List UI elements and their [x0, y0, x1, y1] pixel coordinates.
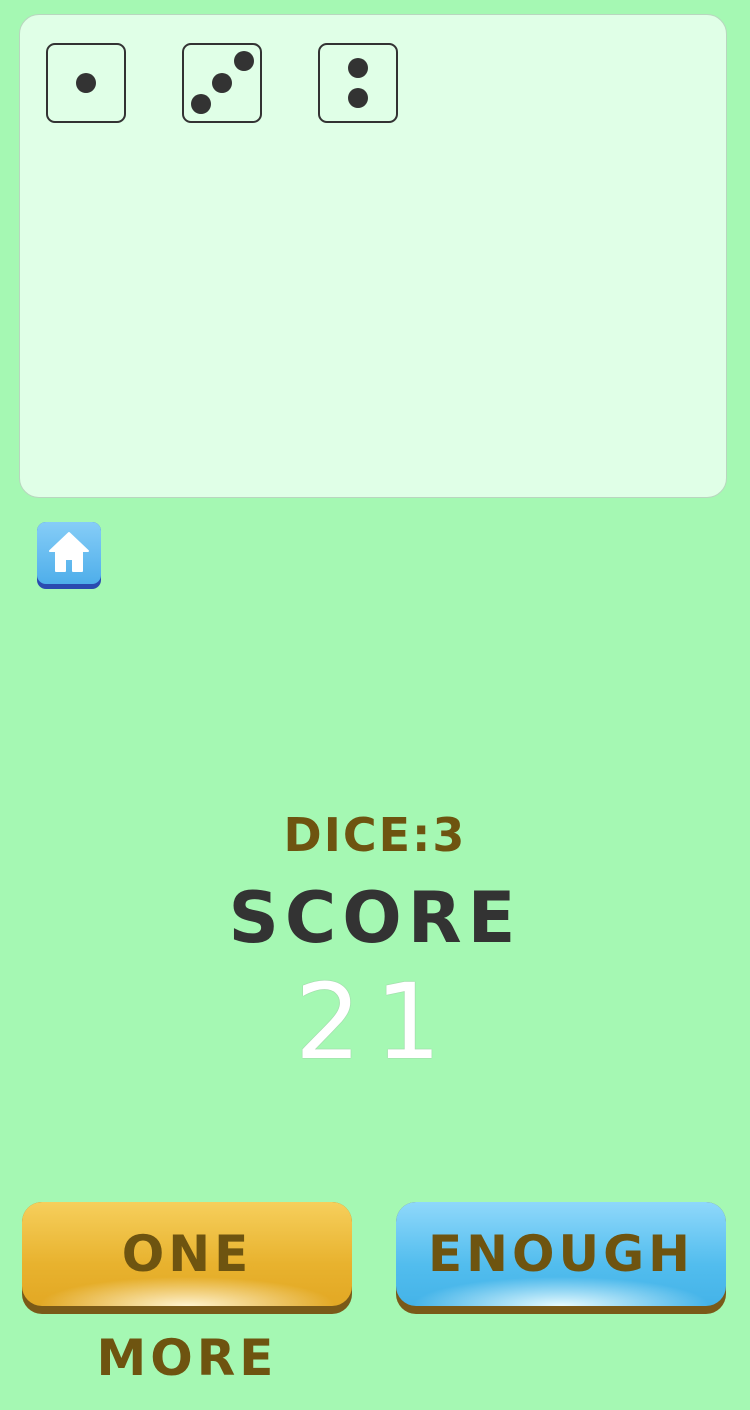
score-value: 21	[294, 961, 456, 1083]
die-pip	[348, 58, 368, 78]
die-three	[182, 43, 262, 123]
one-more-button[interactable]: ONE MORE	[22, 1202, 352, 1387]
enough-button[interactable]: ENOUGH	[396, 1202, 726, 1314]
die-two	[318, 43, 398, 123]
die-pip	[212, 73, 232, 93]
dice-count-label: DICE:3	[283, 808, 467, 862]
die-pip	[76, 73, 96, 93]
home-icon	[49, 532, 89, 572]
die-pip	[348, 88, 368, 108]
one-more-button-label[interactable]: ONE MORE	[22, 1202, 352, 1387]
die-pip	[234, 51, 254, 71]
home-button-face[interactable]	[37, 522, 101, 584]
home-button[interactable]	[37, 522, 101, 589]
die-one	[46, 43, 126, 123]
dice-board	[19, 14, 727, 498]
die-pip	[191, 94, 211, 114]
score-label: SCORE	[228, 877, 522, 959]
enough-button-label[interactable]: ENOUGH	[396, 1202, 726, 1306]
